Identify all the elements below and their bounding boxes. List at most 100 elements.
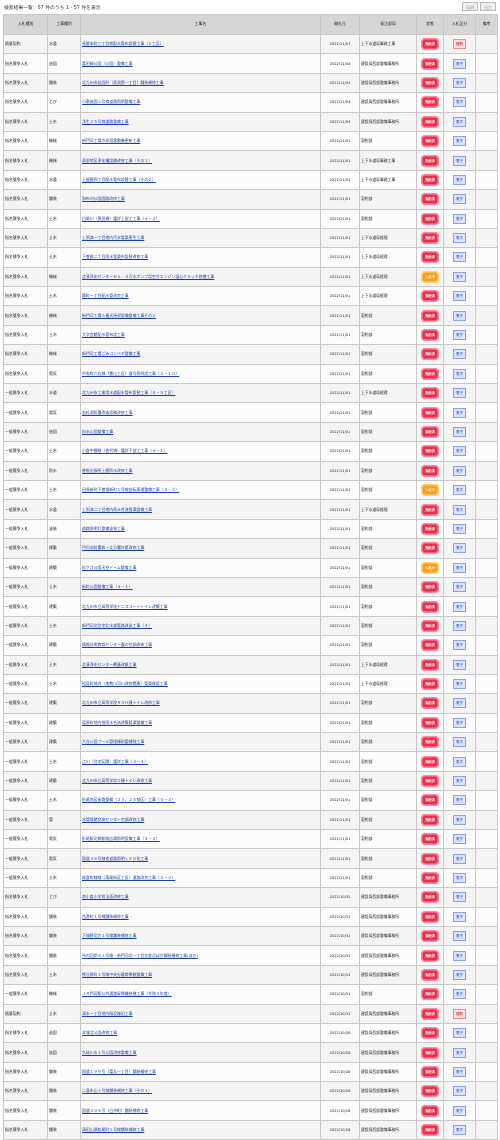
project-link[interactable]: 北九州市立高等学校Ｄ棟トイレ改修工事 (82, 778, 152, 783)
project-link[interactable]: 本城北公園改修工事 (82, 1030, 117, 1035)
project-link[interactable]: 大学会館配水管布設工事 (82, 332, 125, 337)
status-badge[interactable]: 契約済 (421, 1027, 439, 1040)
project-link[interactable]: 北九州市立高等学校テニスコートトイレ改築工事 (82, 604, 168, 609)
status-badge[interactable]: 契約済 (421, 387, 439, 400)
project-link[interactable]: 熊谷原町１号線中央分離帯景観整備工事 (82, 972, 152, 977)
project-link[interactable]: 市内回伊川１号線・新門司北一丁目交差点ほか舗装補修工事(ほか) (82, 953, 198, 958)
status-badge[interactable]: 契約済 (421, 522, 439, 535)
project-link[interactable]: 国道４９５号（白沖町）舗装補修工事 (82, 1108, 148, 1113)
status-badge[interactable]: 契約済 (421, 716, 439, 729)
status-badge[interactable]: 契約済 (421, 173, 439, 186)
project-link[interactable]: 富田緑公園（公園）整備工事 (82, 61, 133, 66)
project-link[interactable]: 道路照明灯整備塗装工事 (82, 526, 125, 531)
project-link[interactable]: 小倉中間線（徳代橋）護岸下部工工事（４－１） (82, 448, 168, 453)
project-link[interactable]: 東部地区浄化槽設備改修工事（その１） (82, 158, 152, 163)
project-link[interactable]: ＪＲ門司駅公共通路昇降機修繕工事（令和４年度） (82, 991, 171, 996)
status-badge[interactable]: 契約済 (421, 367, 439, 380)
project-link[interactable]: 折尾地区街路整備（２３，２４前区）工事（４－３） (82, 797, 175, 802)
status-badge[interactable]: 入札中 (421, 561, 439, 574)
project-link[interactable]: 南小倉小学校法面改修工事 (82, 894, 129, 899)
status-badge[interactable]: 契約済 (421, 639, 439, 652)
status-badge[interactable]: 契約済 (421, 755, 439, 768)
project-link[interactable]: 上到津一丁目地内汚水管渠更生工事 (82, 235, 144, 240)
project-link[interactable]: 水環境館交流センター空調改修工事 (82, 817, 144, 822)
status-badge[interactable]: 契約済 (421, 697, 439, 710)
status-badge[interactable]: 契約済 (421, 775, 439, 788)
status-badge[interactable]: 契約済 (421, 736, 439, 749)
status-badge[interactable]: 契約済 (421, 57, 439, 70)
project-link[interactable]: 北湊浄化センター覆蓋改築工事 (82, 662, 136, 667)
status-badge[interactable]: 契約済 (421, 251, 439, 264)
status-badge[interactable]: 契約済 (421, 581, 439, 594)
project-link[interactable]: 北湊浄化センターＮｏ．４汚水ポンプ用空冷エンジン湿心クラッチ修繕工事 (82, 274, 214, 279)
status-badge[interactable]: 契約済 (421, 891, 439, 904)
status-badge[interactable]: 契約済 (421, 910, 439, 923)
status-badge[interactable]: 契約済 (421, 1065, 439, 1078)
col-header-bid-category[interactable]: 入札区分 (443, 14, 476, 35)
project-link[interactable]: 北九州市若園町（奥洞第一丁目）舗装補修工事 (82, 80, 164, 85)
col-header-project-name[interactable]: 工事名 (80, 14, 321, 35)
status-badge[interactable]: 契約済 (421, 154, 439, 167)
project-link[interactable]: 新町公園整備工事（４－１） (82, 584, 133, 589)
project-link[interactable]: 清水一丁目地内陥没復旧工事 (82, 1011, 133, 1016)
status-badge[interactable]: 契約済 (421, 968, 439, 981)
project-link[interactable]: 清田山頭松尾町１号線舗装補修工事 (82, 1127, 144, 1132)
status-badge[interactable]: 契約済 (421, 135, 439, 148)
project-link[interactable]: 中央町六右線（豊山工区）道号照明設工事（４－１０） (82, 371, 179, 376)
status-badge[interactable]: 契約済 (421, 833, 439, 846)
status-badge[interactable]: 契約済 (421, 658, 439, 671)
project-link[interactable]: 田原新町下曽根新町１号線自転車通整備工事（４－２） (82, 487, 179, 492)
status-badge[interactable]: 契約済 (421, 96, 439, 109)
project-link[interactable]: 長野本町三丁目他配水管布設替工事（２工区） (82, 41, 164, 46)
status-badge[interactable]: 契約済 (421, 1124, 439, 1137)
project-link[interactable]: 下曽根二丁目雨水管渠布設替改修工事 (82, 254, 148, 259)
status-badge[interactable]: 入札中 (421, 270, 439, 283)
status-badge[interactable]: 契約済 (421, 542, 439, 555)
project-link[interactable]: 北九州市工業用水道配水管布設替工事（４－５工区） (82, 390, 175, 395)
status-badge[interactable]: 契約済 (421, 794, 439, 807)
status-badge[interactable]: 契約済 (421, 115, 439, 128)
status-badge[interactable]: 契約済 (421, 445, 439, 458)
project-link[interactable]: 国道４６号線他道路照明ＬＥＤ化工事 (82, 856, 148, 861)
col-header-department[interactable]: 発注部局 (359, 14, 417, 35)
project-link[interactable]: 松ケ江公園天空ドーム整備工事 (82, 565, 136, 570)
project-link[interactable]: 和布刈公園園路改修工事 (82, 196, 125, 201)
print-button[interactable]: 印刷 (462, 2, 478, 11)
project-link[interactable]: 大谷公園プール管理棟耐震補強工事 (82, 739, 144, 744)
status-badge[interactable]: 契約済 (421, 988, 439, 1001)
status-badge[interactable]: 入札中 (421, 484, 439, 497)
status-badge[interactable]: 契約済 (421, 290, 439, 303)
project-link[interactable]: 響町一丁目配水管改良工事 (82, 293, 129, 298)
project-link[interactable]: 尾倉町線線（東尾街区工区）道路改良工事（４－３） (82, 875, 175, 880)
project-link[interactable]: 門司消防署和ー丈分署外壁改修工事 (82, 545, 144, 550)
status-badge[interactable]: 契約済 (421, 1085, 439, 1098)
project-link[interactable]: 久岐川水１号公園改修整備工事 (82, 1050, 136, 1055)
status-badge[interactable]: 契約済 (421, 76, 439, 89)
project-link[interactable]: 国道１９９号（富丸一丁目）舗装補修工事 (82, 1069, 156, 1074)
project-link[interactable]: 上到津二丁目地内雨水合流管渠整備工事 (82, 507, 152, 512)
status-badge[interactable]: 契約済 (421, 600, 439, 613)
status-badge[interactable]: 契約済 (421, 464, 439, 477)
project-link[interactable]: 小敷造園２号線道路照明整備工事 (82, 99, 140, 104)
project-link[interactable]: 西港町１号線舗装補修工事 (82, 914, 129, 919)
col-header-work-type[interactable]: 工事種別 (47, 14, 81, 35)
project-link[interactable]: 上屋敷四丁目配水管布設替工事（その２） (82, 177, 156, 182)
status-badge[interactable]: 契約済 (421, 871, 439, 884)
project-link[interactable]: 白尾川（黒田橋）護岸上部工工事（４－２） (82, 216, 160, 221)
project-link[interactable]: 新門司工場ごみコンベヤ整備工事 (82, 351, 140, 356)
project-link[interactable]: 北九州市立高等学校ＲＧＨ棟トイレ改修工事 (82, 700, 160, 705)
status-badge[interactable]: 契約済 (421, 212, 439, 225)
status-badge[interactable]: 契約済 (421, 1007, 439, 1020)
col-header-status[interactable]: 状態 (416, 14, 444, 35)
col-header-opening-date[interactable]: 開札日 (320, 14, 360, 35)
status-badge[interactable]: 契約済 (421, 193, 439, 206)
project-link[interactable]: 江川（住宅区間）護岸工事（４－４） (82, 759, 148, 764)
project-link[interactable]: 情報技術教育センター露の空調改修工事 (82, 642, 152, 647)
project-link[interactable]: 若松消防署改造設備改修工事 (82, 410, 133, 415)
status-badge[interactable]: 契約済 (421, 1046, 439, 1059)
project-link[interactable]: 折尾駅北側駅前広場照明設備工事（４－２） (82, 836, 160, 841)
status-badge[interactable]: 契約済 (421, 348, 439, 361)
status-badge[interactable]: 契約済 (421, 309, 439, 322)
project-link[interactable]: 新門司工場冷却塔電動機更新工事 (82, 138, 140, 143)
project-link[interactable]: 仙水公園整備工事 (82, 429, 113, 434)
